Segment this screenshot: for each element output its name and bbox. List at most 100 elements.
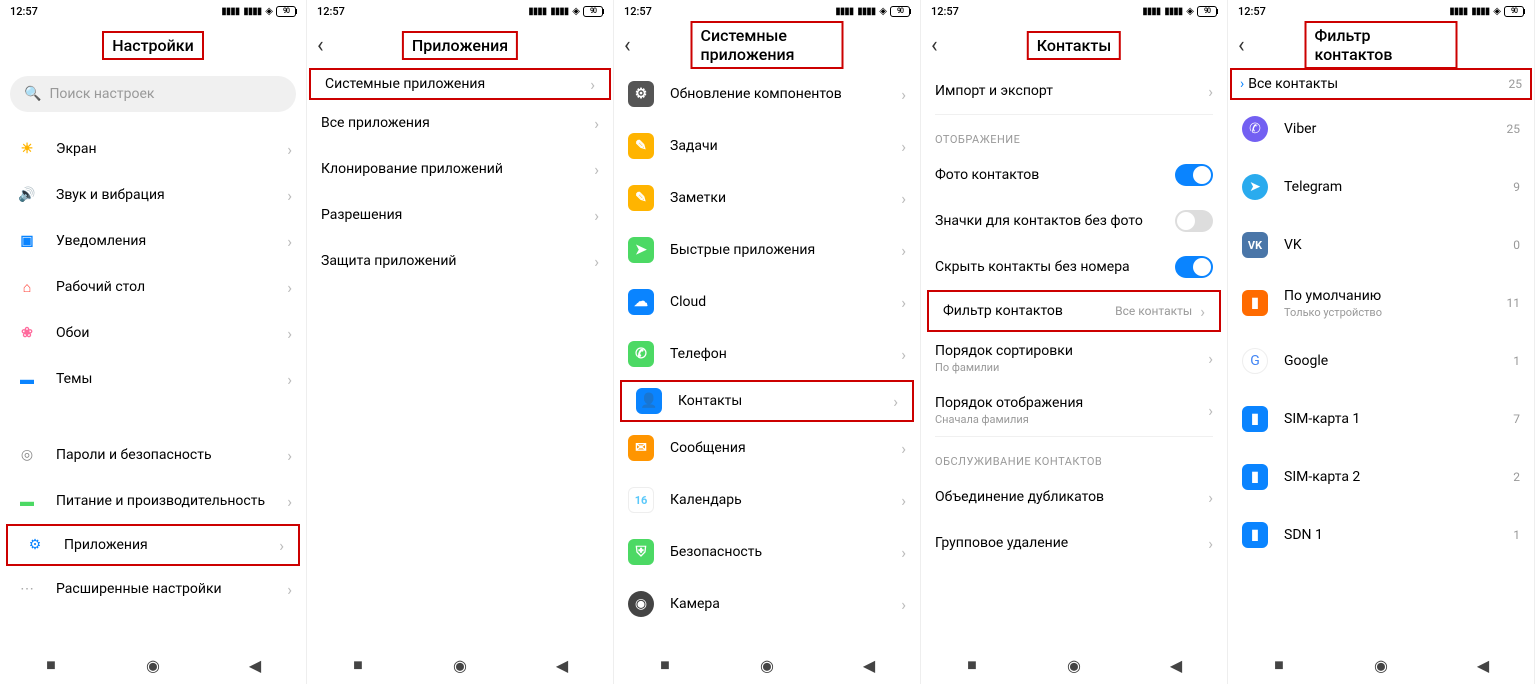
item-google[interactable]: G Google 1	[1228, 332, 1534, 390]
header: ‹ Фильтр контактов	[1228, 22, 1534, 68]
item-sdn-1[interactable]: ▮ SDN 1 1	[1228, 506, 1534, 564]
nav-bar: ■ ◉ ◀	[0, 646, 306, 684]
item-calendar[interactable]: 16 Календарь ›	[614, 474, 920, 526]
item-permissions[interactable]: Разрешения ›	[307, 192, 613, 238]
recent-apps-button[interactable]: ■	[41, 655, 61, 675]
item-sound[interactable]: 🔊 Звук и вибрация ›	[0, 172, 306, 218]
chevron-right-icon: ›	[901, 85, 906, 104]
label: Контакты	[678, 393, 893, 409]
recent-apps-button[interactable]: ■	[348, 655, 368, 675]
home-button[interactable]: ◉	[1371, 655, 1391, 675]
item-all-contacts[interactable]: › Все контакты 25	[1230, 68, 1532, 100]
label: Телефон	[670, 346, 901, 362]
toggle[interactable]	[1175, 256, 1213, 278]
label: Viber	[1284, 121, 1507, 137]
signal-icon: ▮▮▮▮	[835, 6, 853, 17]
back-button[interactable]: ‹	[1238, 28, 1272, 62]
home-button[interactable]: ◉	[450, 655, 470, 675]
signal-icon: ▮▮▮▮	[1142, 6, 1160, 17]
label: По умолчанию	[1284, 288, 1507, 304]
toggle[interactable]	[1175, 164, 1213, 186]
item-sim-2[interactable]: ▮ SIM-карта 2 2	[1228, 448, 1534, 506]
item-camera[interactable]: ◉ Камера ›	[614, 578, 920, 630]
chevron-right-icon: ›	[287, 278, 292, 297]
search-input[interactable]: 🔍 Поиск настроек	[10, 76, 296, 112]
back-button[interactable]: ◀	[859, 655, 879, 675]
screen-system-apps: 12:57 ▮▮▮▮ ▮▮▮▮ ◈ 90 ‹ Системные приложе…	[614, 0, 921, 684]
item-all-apps[interactable]: Все приложения ›	[307, 100, 613, 146]
back-button[interactable]: ‹	[317, 28, 351, 62]
item-app-protection[interactable]: Защита приложений ›	[307, 238, 613, 284]
item-vk[interactable]: VK VK 0	[1228, 216, 1534, 274]
item-sim-1[interactable]: ▮ SIM-карта 1 7	[1228, 390, 1534, 448]
item-screen[interactable]: ☀ Экран ›	[0, 126, 306, 172]
item-wallpaper[interactable]: ❀ Обои ›	[0, 310, 306, 356]
back-button[interactable]: ◀	[552, 655, 572, 675]
count: 25	[1507, 122, 1521, 136]
item-sort-order[interactable]: Порядок сортировки По фамилии ›	[921, 332, 1227, 384]
recent-apps-button[interactable]: ■	[962, 655, 982, 675]
status-bar: 12:57 ▮▮▮▮ ▮▮▮▮ ◈ 90	[1228, 0, 1534, 22]
chevron-right-icon: ›	[901, 189, 906, 208]
item-merge-duplicates[interactable]: Объединение дубликатов ›	[921, 474, 1227, 520]
item-toggle-icons[interactable]: Значки для контактов без фото	[921, 198, 1227, 244]
chevron-right-icon: ›	[287, 446, 292, 465]
page-title: Фильтр контактов	[1305, 21, 1458, 69]
home-button[interactable]: ◉	[143, 655, 163, 675]
home-button[interactable]: ◉	[757, 655, 777, 675]
item-display-order[interactable]: Порядок отображения Сначала фамилия ›	[921, 384, 1227, 436]
gear-icon: ⚙	[628, 81, 654, 107]
chevron-right-icon: ›	[901, 491, 906, 510]
status-bar: 12:57 ▮▮▮▮ ▮▮▮▮ ◈ 90	[614, 0, 920, 22]
item-contacts[interactable]: 👤 Контакты ›	[620, 380, 914, 422]
search-placeholder: Поиск настроек	[49, 86, 154, 102]
item-toggle-hide[interactable]: Скрыть контакты без номера	[921, 244, 1227, 290]
item-notes[interactable]: ✎ Заметки ›	[614, 172, 920, 224]
item-phone[interactable]: ✆ Телефон ›	[614, 328, 920, 380]
status-icons: ▮▮▮▮ ▮▮▮▮ ◈ 90	[835, 6, 910, 17]
item-battery[interactable]: ▬ Питание и производительность ›	[0, 478, 306, 524]
chevron-right-icon: ›	[1200, 302, 1205, 321]
item-cloud[interactable]: ☁ Cloud ›	[614, 276, 920, 328]
item-desktop[interactable]: ⌂ Рабочий стол ›	[0, 264, 306, 310]
item-quick-apps[interactable]: ➤ Быстрые приложения ›	[614, 224, 920, 276]
item-tasks[interactable]: ✎ Задачи ›	[614, 120, 920, 172]
item-notifications[interactable]: ▣ Уведомления ›	[0, 218, 306, 264]
label: Темы	[56, 371, 287, 387]
item-themes[interactable]: ▬ Темы ›	[0, 356, 306, 402]
item-updater[interactable]: ⚙ Обновление компонентов ›	[614, 68, 920, 120]
label: Скрыть контакты без номера	[935, 259, 1175, 275]
toggle[interactable]	[1175, 210, 1213, 232]
page-title: Контакты	[1027, 31, 1121, 60]
item-apps[interactable]: ⚙ Приложения ›	[6, 524, 300, 566]
home-button[interactable]: ◉	[1064, 655, 1084, 675]
item-passwords[interactable]: ◎ Пароли и безопасность ›	[0, 432, 306, 478]
item-telegram[interactable]: ➤ Telegram 9	[1228, 158, 1534, 216]
item-system-apps[interactable]: Системные приложения ›	[309, 68, 611, 100]
recent-apps-button[interactable]: ■	[655, 655, 675, 675]
filter-list: › Все контакты 25 ✆ Viber 25 ➤ Telegram …	[1228, 68, 1534, 646]
item-filter-contacts[interactable]: Фильтр контактов Все контакты ›	[927, 290, 1221, 332]
wifi-icon: ◈	[1186, 6, 1193, 17]
item-viber[interactable]: ✆ Viber 25	[1228, 100, 1534, 158]
item-bulk-delete[interactable]: Групповое удаление ›	[921, 520, 1227, 566]
back-button[interactable]: ◀	[1166, 655, 1186, 675]
label: Календарь	[670, 492, 901, 508]
back-button[interactable]: ◀	[1473, 655, 1493, 675]
back-button[interactable]: ◀	[245, 655, 265, 675]
chevron-right-icon: ›	[1208, 488, 1213, 507]
item-clone-apps[interactable]: Клонирование приложений ›	[307, 146, 613, 192]
nav-bar: ■ ◉ ◀	[1228, 646, 1534, 684]
item-security[interactable]: ⛨ Безопасность ›	[614, 526, 920, 578]
item-advanced[interactable]: ⋯ Расширенные настройки ›	[0, 566, 306, 612]
back-button[interactable]: ‹	[931, 28, 965, 62]
wifi-icon: ◈	[879, 6, 886, 17]
item-messages[interactable]: ✉ Сообщения ›	[614, 422, 920, 474]
item-default[interactable]: ▮ По умолчанию Только устройство 11	[1228, 274, 1534, 332]
count: 11	[1507, 296, 1521, 310]
chevron-right-icon: ›	[287, 370, 292, 389]
item-toggle-photos[interactable]: Фото контактов	[921, 152, 1227, 198]
item-import-export[interactable]: Импорт и экспорт ›	[921, 68, 1227, 114]
back-button[interactable]: ‹	[624, 28, 658, 62]
recent-apps-button[interactable]: ■	[1269, 655, 1289, 675]
